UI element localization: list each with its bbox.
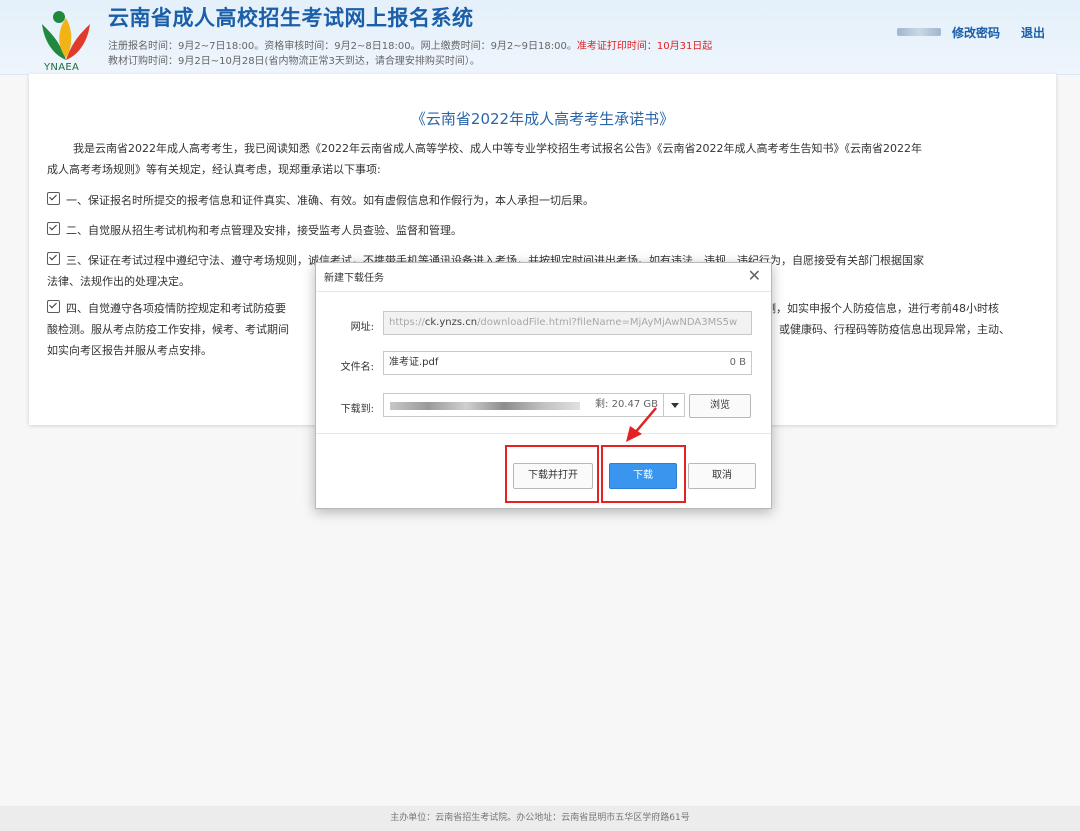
filename-field[interactable]: 准考证.pdf 0 B — [383, 351, 752, 375]
filename-value: 准考证.pdf — [389, 357, 439, 368]
save-path-blurred — [390, 402, 580, 410]
pledge-item-2: 二、自觉服从招生考试机构和考点管理及安排，接受监考人员查验、监督和管理。 — [47, 220, 462, 241]
site-footer: 主办单位：云南省招生考试院。办公地址：云南省昆明市五华区学府路61号 — [0, 806, 1080, 831]
cancel-button[interactable]: 取消 — [688, 463, 756, 489]
pledge-intro-line1: 我是云南省2022年成人高考考生，我已阅读知悉《2022年云南省成人高等学校、成… — [73, 142, 922, 155]
filename-label: 文件名: — [340, 362, 374, 373]
highlight-download — [601, 445, 686, 503]
pledge-item-4-text-b-right: 或健康码、行程码等防疫信息出现异常，主动、 — [779, 323, 1010, 336]
admit-card-print-time: 准考证打印时间：10月31日起 — [576, 41, 713, 52]
pledge-item-2-text: 二、自觉服从招生考试机构和考点管理及安排，接受监考人员查验、监督和管理。 — [66, 224, 462, 237]
pledge-item-4-text-a: 四、自觉遵守各项疫情防控规定和考试防疫要 — [66, 302, 286, 315]
pledge-intro-line2: 成人高考考场规则》等有关规定，经认真考虑，现郑重承诺以下事项: — [47, 163, 381, 176]
pledge-item-1-text: 一、保证报名时所提交的报考信息和证件真实、准确、有效。如有虚假信息和作假行为，本… — [66, 194, 594, 207]
pledge-4-checkbox[interactable] — [47, 300, 60, 313]
url-prefix: https:// — [389, 317, 425, 328]
logout-link[interactable]: 退出 — [1021, 24, 1045, 41]
url-field[interactable]: https://ck.ynzs.cn/downloadFile.html?fil… — [383, 311, 752, 335]
pledge-item-4-text-a-right: 测，如实申报个人防疫信息，进行考前48小时核 — [765, 302, 999, 315]
dialog-footer-divider — [316, 433, 771, 434]
notice-schedule: 注册报名时间：9月2~7日18:00。资格审核时间：9月2~8日18:00。网上… — [108, 41, 577, 52]
pledge-1-checkbox[interactable] — [47, 192, 60, 205]
notice-line-2: 教材订购时间：9月2日~10月28日(省内物流正常3天到达，请合理安排购买时间）… — [108, 56, 480, 67]
pledge-item-1: 一、保证报名时所提交的报考信息和证件真实、准确、有效。如有虚假信息和作假行为，本… — [47, 190, 594, 211]
pledge-item-4-text-c: 如实向考区报告并服从考点安排。 — [47, 344, 212, 357]
chevron-down-icon[interactable] — [663, 393, 685, 417]
pledge-2-checkbox[interactable] — [47, 222, 60, 235]
change-password-link[interactable]: 修改密码 — [952, 24, 1000, 41]
pledge-3-checkbox[interactable] — [47, 252, 60, 265]
file-size: 0 B — [729, 357, 746, 368]
close-icon[interactable]: ✕ — [748, 265, 761, 287]
pledge-title: 《云南省2022年成人高考考生承诺书》 — [410, 110, 675, 128]
highlight-download-open — [505, 445, 599, 503]
site-header: YNAEA 云南省成人高校招生考试网上报名系统 注册报名时间：9月2~7日18:… — [0, 0, 1080, 75]
username-blurred — [897, 28, 941, 36]
annotation-arrow-icon — [626, 407, 657, 442]
logo-text: YNAEA — [44, 62, 80, 73]
pledge-item-4-text-b: 酸检测。服从考点防疫工作安排，候考、考试期间 — [47, 323, 289, 336]
url-label: 网址: — [350, 322, 374, 333]
dialog-title-divider — [316, 291, 771, 292]
site-title: 云南省成人高校招生考试网上报名系统 — [108, 6, 474, 30]
pledge-item-3-line2: 法律、法规作出的处理决定。 — [47, 275, 190, 288]
save-to-label: 下载到: — [340, 404, 374, 415]
url-host: ck.ynzs.cn — [424, 317, 478, 328]
dialog-title: 新建下载任务 — [324, 273, 384, 284]
notice-line-1: 注册报名时间：9月2~7日18:00。资格审核时间：9月2~8日18:00。网上… — [108, 37, 712, 52]
pledge-item-4: 四、自觉遵守各项疫情防控规定和考试防疫要 — [47, 298, 286, 319]
url-path: /downloadFile.html?fileName=MjAyMjAwNDA3… — [477, 317, 738, 328]
browse-button[interactable]: 浏览 — [689, 394, 751, 418]
